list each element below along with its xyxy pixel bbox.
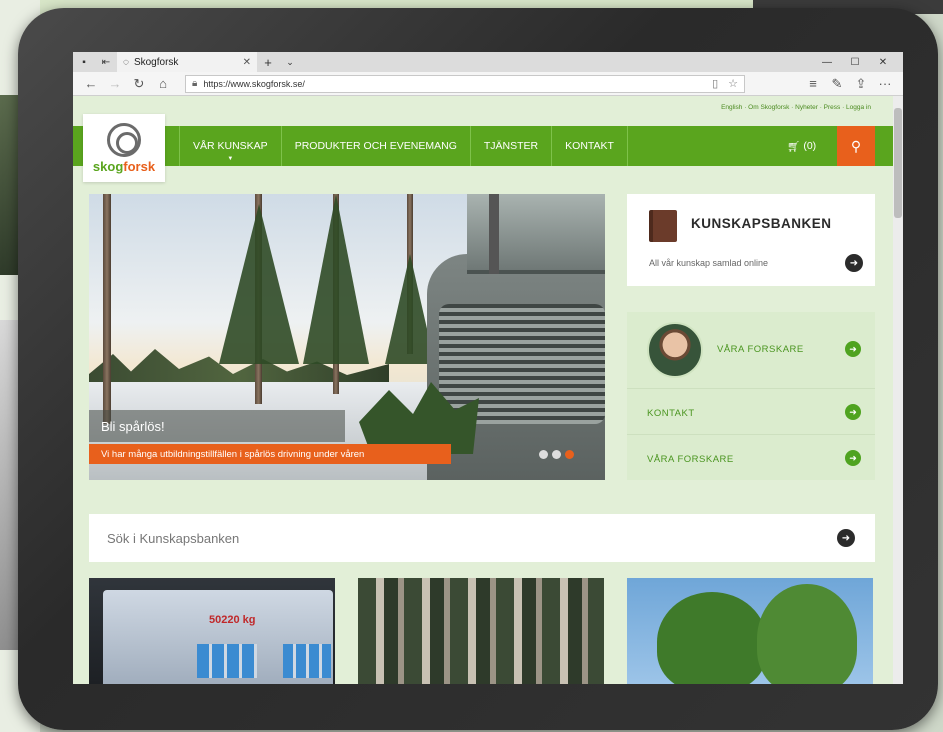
thumbnail-scale-display[interactable]: 50220 kg bbox=[89, 578, 335, 684]
refresh-icon[interactable]: ↻ bbox=[127, 76, 151, 92]
new-tab-icon[interactable]: + bbox=[257, 55, 279, 70]
slider-dot-active[interactable] bbox=[565, 450, 574, 459]
arrow-right-icon[interactable]: ➜ bbox=[845, 254, 863, 272]
logo-rings-icon bbox=[107, 122, 141, 157]
weight-readout: 50220 kg bbox=[209, 614, 256, 626]
researcher-avatar bbox=[647, 322, 703, 378]
browser-tab-bar: ▪ ⇤ ◌ Skogforsk ✕ + ⌄ — ☐ ✕ bbox=[73, 52, 903, 72]
browser-nav-bar: ← → ↻ ⌂ 🔒︎ https://www.skogforsk.se/ ▯ ☆… bbox=[73, 72, 903, 96]
slider-dot[interactable] bbox=[552, 450, 561, 459]
minimize-icon[interactable]: — bbox=[813, 57, 841, 68]
hero-title[interactable]: Bli spårlös! bbox=[89, 410, 345, 442]
kunskapsbanken-card[interactable]: KUNSKAPSBANKEN All vår kunskap samlad on… bbox=[627, 194, 875, 286]
menu-item-var-kunskap[interactable]: VÅR KUNSKAP ▼ bbox=[179, 126, 281, 166]
menu-item-produkter[interactable]: PRODUKTER OCH EVENEMANG bbox=[280, 126, 470, 166]
hero-slider[interactable]: Bli spårlös! Vi har många utbildningstil… bbox=[89, 194, 605, 480]
kunskapsbanken-text: All vår kunskap samlad online bbox=[649, 258, 769, 268]
search-placeholder: Sök i Kunskapsbanken bbox=[107, 530, 240, 546]
favorite-star-icon[interactable]: ☆ bbox=[728, 77, 738, 90]
close-tab-icon[interactable]: ✕ bbox=[243, 57, 251, 68]
forward-icon[interactable]: → bbox=[103, 76, 127, 91]
arrow-right-icon[interactable]: ➜ bbox=[845, 404, 861, 420]
cart-count: (0) bbox=[803, 140, 817, 152]
menu-item-tjanster[interactable]: TJÄNSTER bbox=[469, 126, 551, 166]
toolbar-right: ≡ ✎ ⇪ ··· bbox=[801, 76, 897, 92]
browser-tab[interactable]: ◌ Skogforsk ✕ bbox=[117, 52, 257, 72]
kunskapsbanken-search-input[interactable]: Sök i Kunskapsbanken ➜ bbox=[89, 514, 875, 562]
website: English · Om Skogforsk · Nyheter · Press… bbox=[73, 96, 893, 684]
cart-button[interactable]: 🛒︎ (0) bbox=[787, 126, 816, 166]
home-icon[interactable]: ⌂ bbox=[151, 76, 175, 91]
researchers-link[interactable]: VÅRA FORSKARE bbox=[647, 454, 734, 465]
scrollbar-thumb[interactable] bbox=[894, 108, 902, 218]
menu-item-kontakt[interactable]: KONTAKT bbox=[551, 126, 628, 166]
kunskapsbanken-title: KUNSKAPSBANKEN bbox=[691, 216, 832, 231]
maximize-icon[interactable]: ☐ bbox=[841, 57, 869, 68]
slider-dots bbox=[539, 450, 578, 459]
address-url: https://www.skogforsk.se/ bbox=[203, 78, 305, 89]
tab-title: Skogforsk bbox=[133, 56, 179, 68]
thumbnail-trees[interactable] bbox=[627, 578, 873, 684]
close-window-icon[interactable]: ✕ bbox=[869, 57, 897, 68]
top-links[interactable]: English · Om Skogforsk · Nyheter · Press… bbox=[721, 104, 871, 111]
book-icon bbox=[649, 210, 677, 242]
thumbnail-forest[interactable] bbox=[358, 578, 604, 684]
share-icon[interactable]: ⇪ bbox=[849, 76, 873, 92]
site-logo[interactable]: skogforsk bbox=[83, 114, 165, 182]
tablet-screen: ▪ ⇤ ◌ Skogforsk ✕ + ⌄ — ☐ ✕ ← → ↻ ⌂ 🔒︎ h… bbox=[73, 52, 903, 684]
tab-list-chevron-icon[interactable]: ⌄ bbox=[279, 57, 301, 68]
page-icon: ◌ bbox=[123, 56, 129, 68]
lock-icon: 🔒︎ bbox=[192, 78, 198, 89]
more-icon[interactable]: ··· bbox=[873, 76, 897, 92]
main-menu: VÅR KUNSKAP ▼ PRODUKTER OCH EVENEMANG TJ… bbox=[179, 126, 628, 166]
search-icon: ⚲ bbox=[850, 137, 862, 154]
arrow-right-icon[interactable]: ➜ bbox=[845, 450, 861, 466]
page-scrollbar[interactable] bbox=[893, 96, 903, 684]
window-controls: — ☐ ✕ bbox=[813, 52, 897, 72]
contact-link[interactable]: KONTAKT bbox=[647, 408, 695, 419]
arrow-right-icon[interactable]: ➜ bbox=[845, 341, 861, 357]
tab-manager-icon[interactable]: ▪ bbox=[73, 57, 95, 68]
cart-icon: 🛒︎ bbox=[787, 140, 801, 153]
search-submit-icon[interactable]: ➜ bbox=[837, 529, 855, 547]
featured-researchers-link[interactable]: VÅRA FORSKARE bbox=[717, 344, 804, 355]
slider-dot[interactable] bbox=[539, 450, 548, 459]
researchers-card: VÅRA FORSKARE ➜ KONTAKT ➜ VÅRA FORSKARE … bbox=[627, 312, 875, 480]
reading-view-icon[interactable]: ▯ bbox=[712, 77, 718, 90]
favorites-hub-icon[interactable]: ≡ bbox=[801, 76, 825, 92]
back-icon[interactable]: ← bbox=[79, 76, 103, 91]
web-note-icon[interactable]: ✎ bbox=[825, 76, 849, 92]
hero-subtitle[interactable]: Vi har många utbildningstillfällen i spå… bbox=[89, 444, 451, 464]
caret-down-icon: ▼ bbox=[227, 156, 234, 162]
site-search-button[interactable]: ⚲ bbox=[837, 126, 875, 166]
tab-aside-icon[interactable]: ⇤ bbox=[95, 57, 117, 68]
logo-wordmark: skogforsk bbox=[92, 158, 156, 174]
address-bar[interactable]: 🔒︎ https://www.skogforsk.se/ ▯ ☆ bbox=[185, 74, 745, 93]
